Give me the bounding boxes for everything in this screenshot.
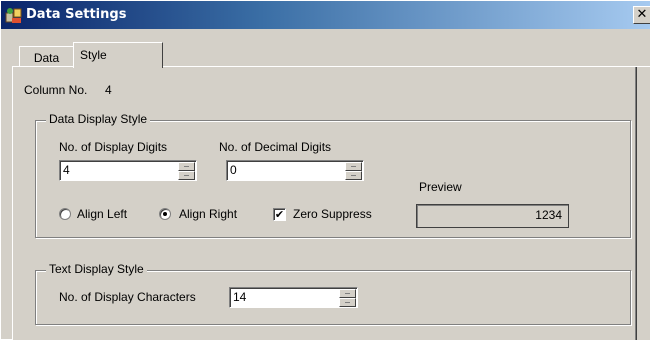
zero-suppress-option[interactable]: ✔ Zero Suppress	[273, 207, 393, 223]
data-display-style-title: Data Display Style	[46, 112, 151, 126]
data-settings-window: Data Settings ✕ Data Type Style Column N…	[0, 0, 650, 340]
window-title: Data Settings	[26, 7, 127, 22]
zero-suppress-label: Zero Suppress	[293, 207, 372, 221]
display-digits-spinner[interactable]: 4	[59, 160, 197, 181]
display-characters-value: 14	[233, 290, 247, 304]
decimal-digits-label: No. of Decimal Digits	[219, 140, 332, 154]
tab-data-type[interactable]: Data Type	[19, 46, 74, 87]
decimal-digits-value: 0	[230, 163, 237, 177]
display-digits-label: No. of Display Digits	[59, 140, 168, 154]
display-digits-value: 4	[63, 163, 70, 177]
title-bar[interactable]: Data Settings ✕	[1, 1, 650, 29]
close-button[interactable]: ✕	[633, 6, 650, 24]
display-characters-label: No. of Display Characters	[59, 290, 196, 304]
tab-style-label: Style	[80, 48, 107, 62]
align-left-option[interactable]: Align Left	[59, 207, 149, 223]
preview-display: 1234	[416, 204, 569, 228]
align-left-label: Align Left	[77, 207, 128, 221]
tab-style[interactable]: Style	[73, 42, 163, 68]
display-characters-spinner[interactable]: 14	[229, 287, 358, 308]
align-right-option[interactable]: Align Right	[159, 207, 259, 223]
decimal-digits-down-button[interactable]	[345, 171, 362, 180]
preview-value: 1234	[535, 208, 562, 222]
align-right-label: Align Right	[179, 207, 238, 221]
align-right-radio[interactable]	[159, 208, 171, 220]
check-icon: ✔	[274, 208, 285, 221]
column-number-value: 4	[105, 83, 112, 97]
display-characters-down-button[interactable]	[339, 298, 356, 307]
decimal-digits-spinner[interactable]: 0	[226, 160, 364, 181]
align-left-radio[interactable]	[59, 208, 71, 220]
decimal-digits-up-button[interactable]	[345, 162, 362, 171]
display-characters-up-button[interactable]	[339, 289, 356, 298]
display-digits-up-button[interactable]	[178, 162, 195, 171]
display-digits-down-button[interactable]	[178, 171, 195, 180]
preview-label: Preview	[419, 180, 462, 194]
close-icon: ✕	[636, 7, 648, 22]
panel-edge	[635, 67, 637, 340]
zero-suppress-checkbox[interactable]: ✔	[273, 208, 286, 221]
column-number-label: Column No.	[24, 83, 88, 97]
text-display-style-title: Text Display Style	[46, 262, 147, 276]
app-icon	[5, 8, 22, 23]
